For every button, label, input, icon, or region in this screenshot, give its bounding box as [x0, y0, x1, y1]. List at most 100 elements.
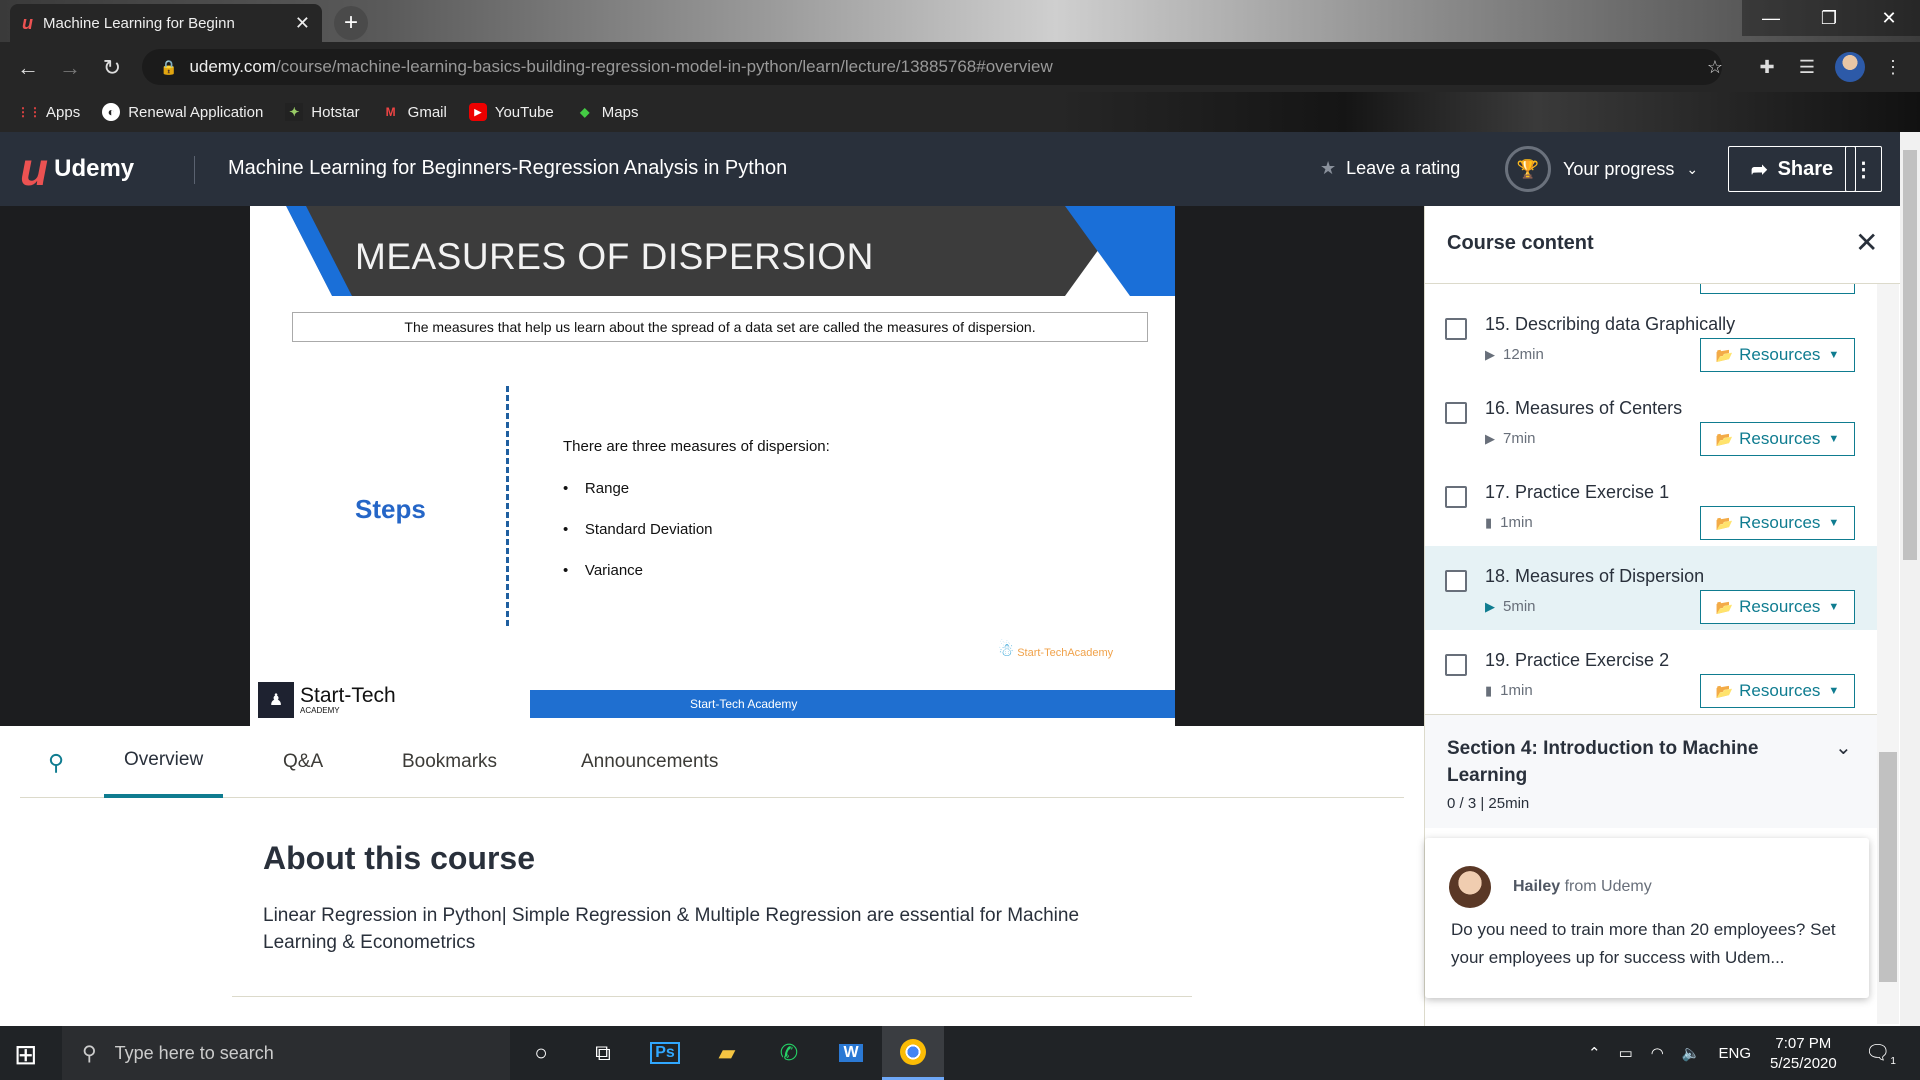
browser-menu-icon[interactable]: ⋮ [1878, 52, 1908, 82]
chat-popup[interactable]: Hailey from Udemy Do you need to train m… [1425, 838, 1869, 998]
bookmark-renewal-application[interactable]: ◐ Renewal Application [102, 103, 263, 121]
resources-dropdown[interactable]: 📂 Resources ▼ [1700, 674, 1855, 708]
globe-icon: ◐ [102, 103, 121, 121]
media-queue-icon[interactable]: ☰ [1792, 52, 1822, 82]
bookmark-youtube[interactable]: ▶ YouTube [468, 103, 554, 121]
course-title[interactable]: Machine Learning for Beginners-Regressio… [228, 157, 787, 180]
tab-qa[interactable]: Q&A [283, 726, 323, 798]
bookmark-star-icon[interactable]: ☆ [1700, 52, 1730, 82]
slide-divider [506, 386, 509, 626]
taskbar-search[interactable]: ⚲ Type here to search [62, 1026, 510, 1080]
folder-icon: 📂 [1715, 346, 1734, 363]
lecture-checkbox[interactable] [1445, 654, 1467, 676]
tab-bookmarks[interactable]: Bookmarks [402, 726, 497, 798]
footer-text: Start-Tech Academy [690, 697, 798, 711]
restore-window-button[interactable]: ❐ [1800, 0, 1858, 36]
lecture-checkbox[interactable] [1445, 486, 1467, 508]
section-header[interactable]: Section 4: Introduction to Machine Learn… [1425, 714, 1877, 828]
resources-dropdown[interactable]: 📂 Resources ▼ [1700, 590, 1855, 624]
your-progress-button[interactable]: 🏆 Your progress ⌄ [1505, 146, 1698, 192]
wifi-icon[interactable]: ◠ [1651, 1044, 1664, 1062]
lecture-title: 19. Practice Exercise 2 [1485, 650, 1670, 670]
reload-button[interactable]: ↻ [96, 52, 128, 84]
cortana-icon[interactable]: ○ [510, 1026, 572, 1080]
url-input[interactable]: 🔒 udemy.com/course/machine-learning-basi… [142, 49, 1722, 85]
page-scrollbar-thumb[interactable] [1903, 150, 1917, 560]
chat-sender: Hailey from Udemy [1513, 878, 1652, 896]
notification-count: 1 [1890, 1056, 1896, 1067]
chrome-icon[interactable] [882, 1026, 944, 1080]
whatsapp-icon[interactable]: ✆ [758, 1026, 820, 1080]
minimize-window-button[interactable]: — [1742, 0, 1800, 36]
bookmark-gmail[interactable]: M Gmail [382, 103, 447, 121]
browser-tab[interactable]: u Machine Learning for Beginn ✕ [10, 4, 322, 42]
volume-icon[interactable]: 🔈 [1682, 1044, 1701, 1062]
close-icon[interactable]: ✕ [1855, 226, 1878, 259]
lecture-item[interactable]: 15. Describing data Graphically ▶ 12min 📂… [1425, 294, 1877, 378]
folder-icon: 📂 [1715, 682, 1734, 699]
lecture-item-active[interactable]: 18. Measures of Dispersion ▶ 5min 📂 Resour… [1425, 546, 1877, 630]
clock[interactable]: 7:07 PM 5/25/2020 [1770, 1034, 1837, 1074]
tab-overview[interactable]: Overview [104, 726, 224, 798]
profile-avatar[interactable] [1835, 52, 1865, 82]
bookmark-apps[interactable]: ⋮⋮ Apps [17, 103, 80, 121]
share-button[interactable]: ➦ Share [1728, 146, 1856, 192]
lecture-item[interactable]: 17. Practice Exercise 1 ▮ 1min 📂 Resources… [1425, 462, 1877, 546]
chevron-down-icon[interactable]: ⌄ [1835, 735, 1852, 760]
bookmark-label: Renewal Application [128, 103, 264, 121]
close-tab-icon[interactable]: ✕ [295, 13, 310, 34]
task-view-icon[interactable]: ⧉ [572, 1026, 634, 1080]
url-host: udemy.com [189, 57, 277, 76]
bullet-text: Variance [584, 562, 644, 579]
chevron-down-icon: ▼ [1828, 433, 1840, 445]
section-title: Section 4: Introduction to Machine Learn… [1447, 738, 1759, 786]
previous-resources-button[interactable] [1700, 284, 1855, 294]
new-tab-button[interactable]: + [334, 6, 368, 40]
extensions-icon[interactable]: ✚ [1752, 52, 1782, 82]
word-icon[interactable]: W [820, 1026, 882, 1080]
startech-logo-icon: ♟ [258, 682, 294, 718]
course-header: u Udemy Machine Learning for Beginners-R… [0, 132, 1900, 206]
tab-announcements[interactable]: Announcements [581, 726, 718, 798]
lecture-item[interactable]: 19. Practice Exercise 2 ▮ 1min 📂 Resources… [1425, 630, 1877, 714]
back-button[interactable]: ← [12, 52, 44, 84]
share-arrow-icon: ➦ [1750, 158, 1768, 181]
photoshop-icon[interactable]: Ps [634, 1026, 696, 1080]
bookmark-label: Maps [601, 103, 639, 121]
resources-dropdown[interactable]: 📂 Resources ▼ [1700, 422, 1855, 456]
forward-button[interactable]: → [54, 52, 86, 84]
avatar [1449, 866, 1491, 908]
lecture-checkbox[interactable] [1445, 402, 1467, 424]
lecture-slide[interactable]: MEASURES OF DISPERSION The measures that… [250, 206, 1175, 726]
resources-dropdown[interactable]: 📂 Resources ▼ [1700, 506, 1855, 540]
leave-rating-button[interactable]: ★ Leave a rating [1320, 158, 1460, 179]
more-options-button[interactable]: ⋮ [1845, 146, 1882, 192]
sender-name: Hailey [1513, 878, 1561, 895]
lecture-duration: ▮ 1min [1485, 514, 1533, 531]
close-window-button[interactable]: ✕ [1858, 0, 1920, 36]
startech-logo: ♟ Start-Tech ACADEMY [258, 682, 396, 718]
windows-start-icon[interactable]: ⊞ [14, 1038, 37, 1071]
resources-dropdown[interactable]: 📂 Resources ▼ [1700, 338, 1855, 372]
udemy-logo[interactable]: u Udemy [20, 146, 134, 192]
bookmark-hotstar[interactable]: ✦ Hotstar [285, 103, 360, 121]
bullet-text: Standard Deviation [584, 521, 713, 538]
bookmark-maps[interactable]: ◆ Maps [576, 103, 639, 121]
file-explorer-icon[interactable]: ▰ [696, 1026, 758, 1080]
sidebar-scrollbar-thumb[interactable] [1879, 752, 1897, 982]
language-indicator[interactable]: ENG [1719, 1045, 1752, 1062]
lecture-checkbox[interactable] [1445, 570, 1467, 592]
lecture-checkbox[interactable] [1445, 318, 1467, 340]
battery-icon[interactable]: ▭ [1619, 1044, 1633, 1062]
chat-message: Do you need to train more than 20 employ… [1451, 920, 1836, 967]
lecture-item[interactable]: 16. Measures of Centers ▶ 7min 📂 Resources… [1425, 378, 1877, 462]
about-description: Linear Regression in Python| Simple Regr… [263, 905, 1080, 953]
slide-bullet: • Variance [563, 562, 644, 579]
chevron-up-icon[interactable]: ⌃ [1588, 1044, 1601, 1062]
folder-icon: 📂 [1715, 598, 1734, 615]
search-icon[interactable]: ⚲ [48, 750, 64, 776]
slide-intro-text: There are three measures of dispersion: [563, 438, 830, 455]
notifications-icon[interactable]: 🗨1 [1865, 1040, 1896, 1067]
play-circle-icon: ▶ [1485, 598, 1495, 614]
apps-grid-icon: ⋮⋮ [17, 105, 41, 119]
